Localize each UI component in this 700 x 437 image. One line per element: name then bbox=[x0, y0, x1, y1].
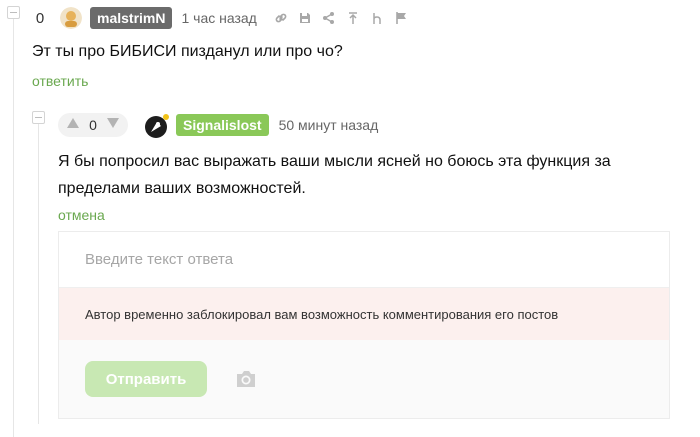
comment2-text-line2: пределами ваших возможностей. bbox=[58, 180, 306, 197]
comment1-toolbar bbox=[269, 8, 413, 28]
thread-line-outer bbox=[13, 18, 14, 437]
link-icon[interactable] bbox=[269, 8, 293, 28]
comment1-time[interactable]: 1 час назад bbox=[181, 10, 256, 26]
collapse-toggle-comment2[interactable] bbox=[32, 111, 45, 124]
blocked-notice: Автор временно заблокировал вам возможно… bbox=[59, 288, 669, 340]
comment1-avatar[interactable] bbox=[60, 7, 82, 29]
collapse-toggle-comment1[interactable] bbox=[7, 6, 20, 19]
comment2-header: 0 Signalislost 50 минут назад bbox=[58, 112, 378, 138]
comment2-avatar[interactable] bbox=[144, 113, 169, 138]
comment1-header: 0 malstrimN 1 час назад bbox=[26, 6, 413, 30]
comment1-rating: 0 bbox=[35, 9, 45, 27]
downvote-icon[interactable] bbox=[106, 116, 120, 134]
upvote-icon[interactable] bbox=[66, 116, 80, 134]
camera-icon[interactable] bbox=[235, 369, 257, 389]
comment2-text: Я бы попросил вас выражать ваши мысли яс… bbox=[58, 148, 618, 202]
reply-link[interactable]: ответить bbox=[32, 73, 88, 89]
up-arrow-icon[interactable] bbox=[341, 8, 365, 28]
reply-input[interactable]: Введите текст ответа bbox=[59, 232, 669, 288]
comment2-vote-control: 0 bbox=[58, 113, 128, 137]
share-icon[interactable] bbox=[317, 8, 341, 28]
reply-form-footer: Отправить bbox=[59, 340, 669, 418]
comment1-author[interactable]: malstrimN bbox=[90, 7, 173, 29]
branch-icon[interactable] bbox=[365, 8, 389, 28]
reply-form: Введите текст ответа Автор временно забл… bbox=[58, 231, 670, 419]
cancel-link[interactable]: отмена bbox=[58, 207, 105, 223]
comment2-time[interactable]: 50 минут назад bbox=[279, 117, 379, 133]
comment2-author[interactable]: Signalislost bbox=[176, 114, 269, 136]
thread-line-inner bbox=[38, 124, 39, 424]
comment2-text-line1: Я бы попросил вас выражать ваши мысли яс… bbox=[58, 153, 611, 170]
submit-button[interactable]: Отправить bbox=[85, 361, 207, 397]
comment1-text: Эт ты про БИБИСИ пизданул или про чо? bbox=[32, 43, 343, 60]
save-icon[interactable] bbox=[293, 8, 317, 28]
comment2-rating: 0 bbox=[89, 117, 97, 133]
flag-icon[interactable] bbox=[389, 8, 413, 28]
